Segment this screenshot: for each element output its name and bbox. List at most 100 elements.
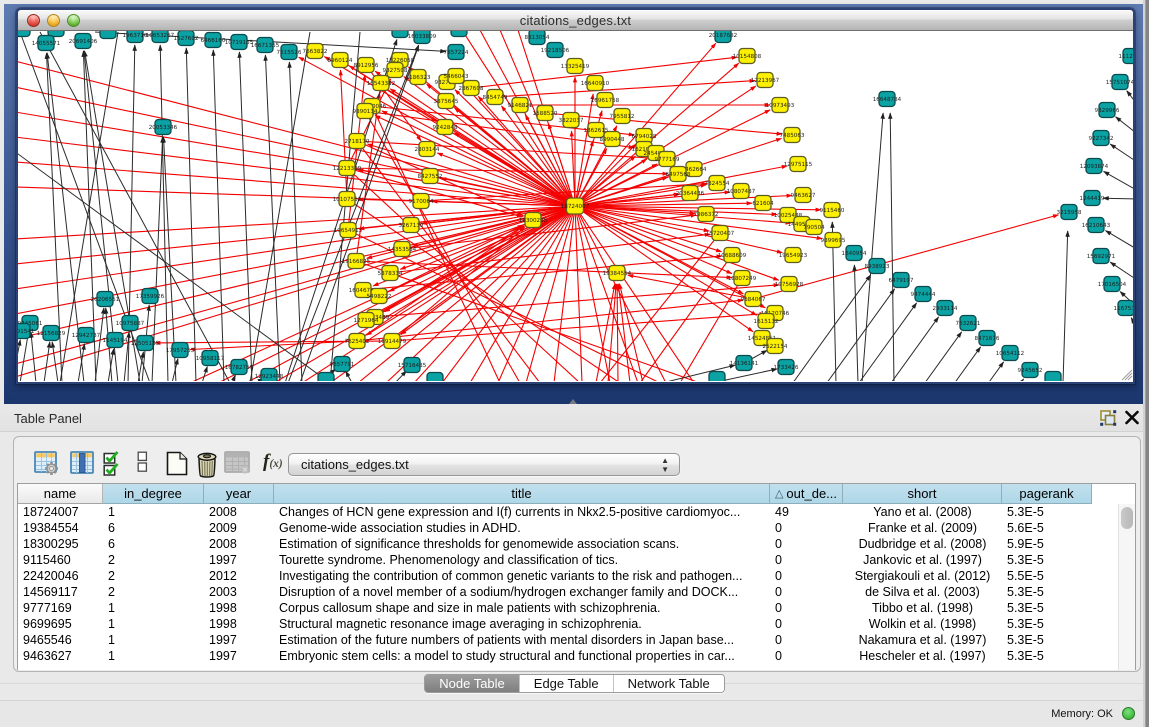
delete-trash-icon[interactable] [196,451,218,478]
table-row[interactable]: 1830029562008Estimation of significance … [18,536,1135,552]
graph-node-label: 10807487 [727,188,756,195]
table-cell: Hescheler et al. (1997) [843,648,1002,664]
graph-node-label: 8990448 [600,136,625,143]
table-row[interactable]: 969969511998Structural magnetic resonanc… [18,616,1135,632]
graph-edge [300,45,419,381]
table-cell: 0 [770,552,843,568]
network-view-window[interactable]: citations_edges.txt 14055571206914061963… [16,8,1135,384]
graph-edge [925,332,962,381]
network-canvas[interactable]: 1405557120691406196371010653267152760264… [18,31,1133,381]
float-panel-icon[interactable] [1100,410,1117,426]
table-cell: Genome-wide association studies in ADHD. [274,520,770,536]
window-titlebar[interactable]: citations_edges.txt [18,10,1133,31]
column-header-pagerank[interactable]: pagerank [1002,484,1092,504]
table-vertical-scrollbar[interactable] [1118,504,1135,670]
new-file-icon[interactable] [166,451,188,476]
graph-node-label: 12156829 [37,330,66,337]
table-row[interactable]: 946554611997Estimation of the future num… [18,632,1135,648]
tab-node-table[interactable]: Node Table [425,675,519,692]
table-row[interactable]: 1456911722003Disruption of a novel membe… [18,584,1135,600]
graph-edge [250,32,310,381]
select-rows-icon[interactable] [103,451,130,476]
graph-node-label: 1527602 [174,35,199,42]
table-cell: 5.3E-5 [1002,648,1092,664]
graph-node[interactable] [318,373,334,382]
table-cell: 2 [103,584,204,600]
scrollbar-thumb[interactable] [1121,507,1133,529]
graph-node-label: 9227342 [1089,135,1114,142]
graph-node-label: 7955812 [610,113,635,120]
column-header-out-de-[interactable]: △out_de... [770,484,843,504]
graph-node[interactable] [451,31,467,37]
graph-node-label: 10107552 [333,196,361,203]
column-header-year[interactable]: year [204,484,274,504]
graph-node-label: 16640910 [581,80,610,87]
table-panel-title: Table Panel [14,411,82,426]
graph-node-label: 9890134 [353,108,378,115]
graph-node[interactable] [709,372,725,382]
tab-edge-table[interactable]: Edge Table [519,675,613,692]
graph-node-label: 10975887 [116,320,145,327]
table-cell: 2 [103,552,204,568]
table-source-dropdown[interactable]: citations_edges.txt ▲▼ [288,453,680,476]
app-right-scroll-strip[interactable] [1143,0,1149,727]
graph-node-label: 15692971 [1087,253,1116,260]
graph-edge [347,79,391,168]
graph-node-label: 1112415 [1119,53,1133,60]
resize-grip[interactable] [1122,370,1132,380]
graph-node[interactable] [100,31,116,39]
row-height-icon[interactable] [137,451,148,473]
table-cell: de Silva et al. (2003) [843,584,1002,600]
graph-node[interactable] [427,373,443,382]
graph-node-label: 12093874 [1080,163,1109,170]
function-builder-icon[interactable]: f(x) [263,453,291,473]
graph-node-label: 17016504 [1098,281,1127,288]
table-cell: Tibbo et al. (1998) [843,600,1002,616]
memory-ok-indicator[interactable] [1122,707,1135,720]
tab-network-table[interactable]: Network Table [613,675,724,692]
close-panel-icon[interactable] [1125,410,1139,425]
table-row[interactable]: 1872400712008Changes of HCN gene express… [18,504,1135,520]
select-column-icon[interactable] [70,451,94,475]
table-cell: 1997 [204,632,274,648]
table-row[interactable]: 977716911998Corpus callosum shape and si… [18,600,1135,616]
table-cell: 19384554 [18,520,103,536]
graph-node-label: 12213967 [751,77,780,84]
table-cell: Franke et al. (2009) [843,520,1002,536]
graph-node-label: 14353584 [388,246,417,253]
table-cell: 0 [770,648,843,664]
column-header-short[interactable]: short [843,484,1002,504]
graph-node[interactable] [18,31,30,37]
table-cell: Estimation of the future numbers of pati… [274,632,770,648]
graph-node-label: 9657791 [330,361,355,368]
column-header-in-degree[interactable]: in_degree [103,484,204,504]
network-graph: 1405557120691406196371010653267152760264… [18,31,1133,381]
table-row[interactable]: 1938455462009Genome-wide association stu… [18,520,1135,536]
table-settings-icon[interactable] [34,451,59,475]
graph-node-label: 18724007 [561,203,590,210]
column-header-name[interactable]: name [18,484,103,504]
graph-node-label: 1733426 [774,364,799,371]
table-cell: 2012 [204,568,274,584]
graph-node-label: 20364436 [676,190,705,197]
table-cell: Investigating the contribution of common… [274,568,770,584]
graph-edge [1110,144,1133,164]
graph-node-label: 12505135 [131,340,160,347]
graph-node-label: 6794028 [632,133,657,140]
splitter-handle-icon[interactable] [569,399,577,404]
table-row[interactable]: 2242004622012Investigating the contribut… [18,568,1135,584]
graph-edge [827,289,895,381]
graph-node[interactable] [1045,372,1061,382]
graph-node-label: 17359926 [136,293,165,300]
table-browser-container: f(x) citations_edges.txt ▲▼ namein_degre… [13,436,1141,672]
column-header-title[interactable]: title [274,484,770,504]
table-cell: 5.5E-5 [1002,568,1092,584]
graph-node-label: 15751074 [1106,79,1133,86]
table-cell: 5.3E-5 [1002,616,1092,632]
graph-node[interactable] [392,31,408,38]
graph-edge [1063,231,1068,381]
table-row[interactable]: 911546021997Tourette syndrome. Phenomeno… [18,552,1135,568]
table-row[interactable]: 946362711997Embryonic stem cells: a mode… [18,648,1135,664]
graph-edge [341,70,348,199]
graph-node-label: 9463627 [791,192,816,199]
